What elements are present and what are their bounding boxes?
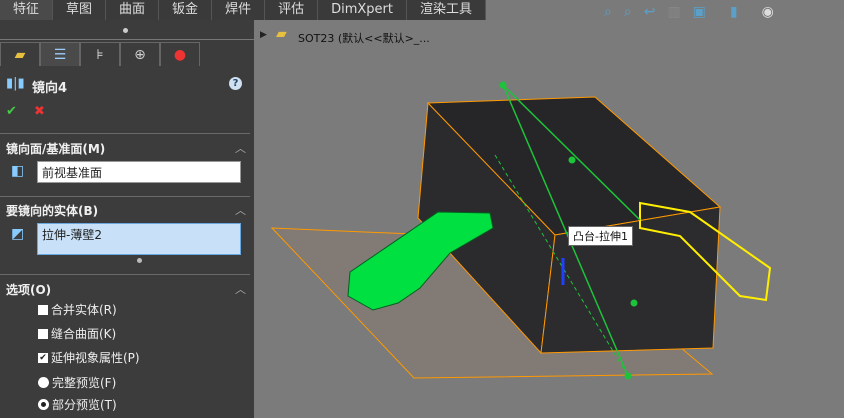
- view-orientation-icon[interactable]: ▣: [693, 4, 706, 20]
- checkbox[interactable]: [38, 304, 48, 315]
- checkbox-checked[interactable]: ✔: [38, 352, 48, 363]
- mirror-face-section-title: 镜向面/基准面(M): [6, 142, 106, 156]
- tab-features[interactable]: 特征: [0, 0, 54, 20]
- ok-button[interactable]: ✔: [6, 104, 17, 119]
- partial-preview-radio[interactable]: 部分预览(T): [38, 396, 117, 413]
- property-manager-tab-icon[interactable]: ☰: [40, 42, 80, 66]
- bodies-section-title: 要镜向的实体(B): [6, 204, 99, 218]
- checkbox[interactable]: [38, 328, 48, 339]
- bodies-field[interactable]: 拉伸-薄壁2: [37, 223, 241, 255]
- tooltip: 凸台-拉伸1: [568, 226, 633, 246]
- handle-point: [499, 81, 507, 89]
- section-view-icon[interactable]: ▥: [667, 4, 680, 20]
- zoom-area-icon[interactable]: ⌕: [624, 4, 632, 20]
- collapse-chevron-icon[interactable]: ︿: [235, 281, 246, 297]
- mirror-face-field[interactable]: 前视基准面: [37, 161, 241, 183]
- knit-surfaces-checkbox[interactable]: 缝合曲面(K): [38, 325, 116, 342]
- resize-handle[interactable]: [137, 258, 142, 263]
- model-view: [270, 81, 772, 380]
- full-preview-radio[interactable]: 完整预览(F): [38, 374, 116, 391]
- panel-splitter[interactable]: [0, 20, 254, 40]
- body-icon: ◩: [11, 226, 25, 242]
- command-tabs: 特征 草图 曲面 钣金 焊件 评估 DimXpert 渲染工具: [0, 0, 486, 20]
- tab-render-tools[interactable]: 渲染工具: [406, 0, 486, 20]
- hide-show-icon[interactable]: ◉: [762, 4, 774, 20]
- view-toolbar: ⌕ ⌕ ↩ ▥ ▣ ▮ ◉: [604, 4, 774, 20]
- radio[interactable]: [38, 377, 49, 388]
- part-icon: ▰: [276, 26, 287, 42]
- dimxpert-manager-tab-icon[interactable]: ⊕: [120, 42, 160, 66]
- feature-manager-tab-icon[interactable]: ▰: [0, 42, 40, 66]
- collapse-chevron-icon[interactable]: ︿: [235, 202, 246, 218]
- mirror-feature-icon: ▮|▮: [6, 76, 25, 91]
- propagate-visual-checkbox[interactable]: ✔ 延伸视象属性(P): [38, 349, 140, 366]
- expand-tree-icon[interactable]: ▶: [260, 30, 267, 40]
- merge-bodies-checkbox[interactable]: 合并实体(R): [38, 301, 117, 318]
- zoom-to-fit-icon[interactable]: ⌕: [604, 4, 612, 20]
- property-manager: ▰ ☰ ⊧ ⊕ ● ▮|▮ 镜向4 ? ✔ ✖ 镜向面/基准面(M) ︿ ◧ 前…: [0, 20, 254, 418]
- cancel-button[interactable]: ✖: [34, 104, 45, 119]
- plane-icon: ◧: [11, 163, 25, 179]
- display-style-icon[interactable]: ▮: [730, 4, 738, 20]
- configuration-manager-tab-icon[interactable]: ⊧: [80, 42, 120, 66]
- graphics-area[interactable]: ▶ ▰ SOT23 (默认<<默认>_... ⌕ ⌕ ↩ ▥ ▣ ▮ ◉: [254, 4, 844, 418]
- tab-sketch[interactable]: 草图: [53, 0, 107, 20]
- options-section-title: 选项(O): [6, 283, 52, 297]
- feature-title: 镜向4: [32, 81, 68, 96]
- tree-root-label[interactable]: SOT23 (默认<<默认>_...: [298, 30, 430, 46]
- collapse-chevron-icon[interactable]: ︿: [235, 140, 246, 156]
- tab-evaluate[interactable]: 评估: [265, 0, 319, 20]
- previous-view-icon[interactable]: ↩: [644, 4, 656, 20]
- tab-surfaces[interactable]: 曲面: [106, 0, 160, 20]
- help-icon[interactable]: ?: [229, 77, 242, 90]
- tab-weldments[interactable]: 焊件: [212, 0, 266, 20]
- display-manager-tab-icon[interactable]: ●: [160, 42, 200, 66]
- tab-dimxpert[interactable]: DimXpert: [318, 0, 407, 20]
- radio-selected[interactable]: [38, 399, 49, 410]
- tab-sheet-metal[interactable]: 钣金: [159, 0, 213, 20]
